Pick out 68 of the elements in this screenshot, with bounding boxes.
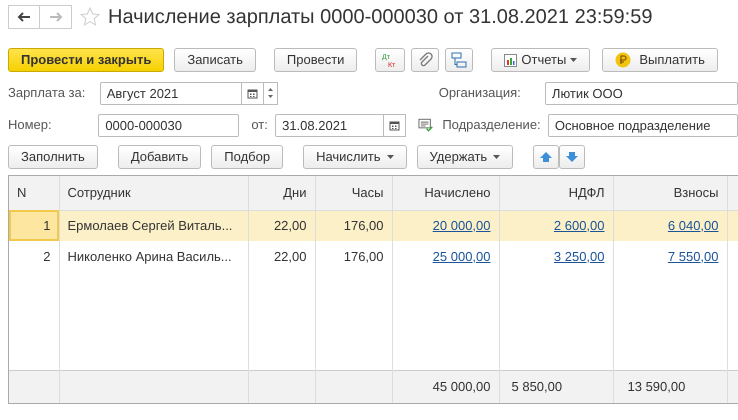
toolbar-button[interactable]: Провести — [274, 48, 358, 72]
total-cell: 13 590,00 — [628, 379, 686, 394]
total-cell: 5 850,00 — [512, 379, 562, 394]
reports-button[interactable]: Отчеты — [491, 48, 590, 72]
move-up-button[interactable] — [533, 145, 560, 169]
field-label: Номер: — [8, 116, 53, 134]
caret-icon — [570, 58, 578, 62]
table-cell: 176,00 — [344, 218, 384, 233]
employee-name: Николенко Арина Василь... — [68, 248, 232, 264]
date-field[interactable]: 31.08.2021 — [275, 114, 384, 136]
calendar-button[interactable] — [242, 82, 264, 104]
column-header[interactable]: НДФЛ — [499, 176, 613, 210]
spin-button[interactable] — [264, 82, 278, 104]
column-header[interactable]: N — [9, 176, 59, 210]
attach-button[interactable] — [411, 48, 440, 72]
paperclip-icon — [417, 52, 434, 68]
table-cell: 176,00 — [344, 248, 384, 264]
star-icon[interactable] — [80, 7, 100, 27]
structure-icon — [451, 52, 468, 68]
menu-button[interactable]: Начислить — [303, 145, 407, 169]
field-label: Зарплата за: — [8, 84, 86, 102]
caret-icon — [386, 155, 394, 159]
column-header[interactable]: Сотрудник — [59, 176, 248, 210]
calendar-icon — [389, 120, 400, 130]
table-cell: 1 — [43, 218, 50, 233]
table-cell: 2 — [43, 248, 50, 264]
toolbar-button[interactable]: Записать — [174, 48, 256, 72]
period-field[interactable]: Август 2021 — [100, 82, 242, 104]
menu-button[interactable]: Удержать — [416, 145, 514, 169]
table-row[interactable]: 1 Ермолаев Сергей Виталь... 22,00 176,00 20 000,00 2 600,00 6 040,00 — [9, 210, 738, 241]
spin-arrows-icon — [266, 87, 274, 99]
column-header[interactable]: Дни — [248, 176, 315, 210]
employee-name: Ермолаев Сергей Виталь... — [68, 218, 232, 233]
table-button[interactable]: Добавить — [118, 145, 202, 169]
amount-link[interactable]: 3 250,00 — [554, 248, 604, 264]
table-row[interactable]: 2 Николенко Арина Василь... 22,00 176,00 25 000,00 3 250,00 7 550,00 — [9, 241, 738, 272]
department-field[interactable]: Основное подразделение — [548, 114, 738, 136]
total-cell: 45 000,00 — [432, 379, 490, 394]
structure-button[interactable] — [445, 48, 474, 72]
field-label: Организация: — [438, 84, 522, 102]
down-arrow-icon — [565, 151, 580, 163]
table-button[interactable]: Заполнить — [8, 145, 98, 169]
column-header[interactable]: Начислено — [392, 176, 499, 210]
field-label: от: — [251, 116, 269, 134]
table-button[interactable]: Подбор — [211, 145, 284, 169]
calendar-icon — [246, 88, 258, 98]
post-and-close-button[interactable]: Провести и закрыть — [8, 48, 164, 72]
coin-icon — [615, 52, 632, 68]
caret-icon — [493, 155, 500, 159]
table-cell: 22,00 — [274, 218, 306, 233]
column-header[interactable]: Часы — [315, 176, 392, 210]
comment-icon — [418, 118, 434, 132]
organization-field[interactable]: Лютик ООО — [544, 82, 738, 104]
pay-button[interactable]: Выплатить — [602, 48, 718, 72]
back-button[interactable] — [8, 5, 40, 29]
number-field[interactable]: 0000-000030 — [98, 114, 240, 136]
forward-arrow-icon — [48, 12, 62, 22]
amount-link[interactable]: 7 550,00 — [668, 248, 718, 264]
back-arrow-icon — [17, 12, 31, 22]
amount-link[interactable]: 25 000,00 — [432, 248, 490, 264]
report-chart-icon — [504, 54, 518, 66]
up-arrow-icon — [539, 151, 554, 163]
move-down-button[interactable] — [559, 145, 586, 169]
column-header[interactable]: Взносы — [613, 176, 727, 210]
window-title: Начисление зарплаты 0000-000030 от 31.08.2021 23:59:59 — [108, 5, 652, 30]
field-label: Подразделение: — [442, 116, 542, 134]
table-cell: 22,00 — [274, 248, 306, 264]
calendar-button[interactable] — [384, 114, 406, 136]
